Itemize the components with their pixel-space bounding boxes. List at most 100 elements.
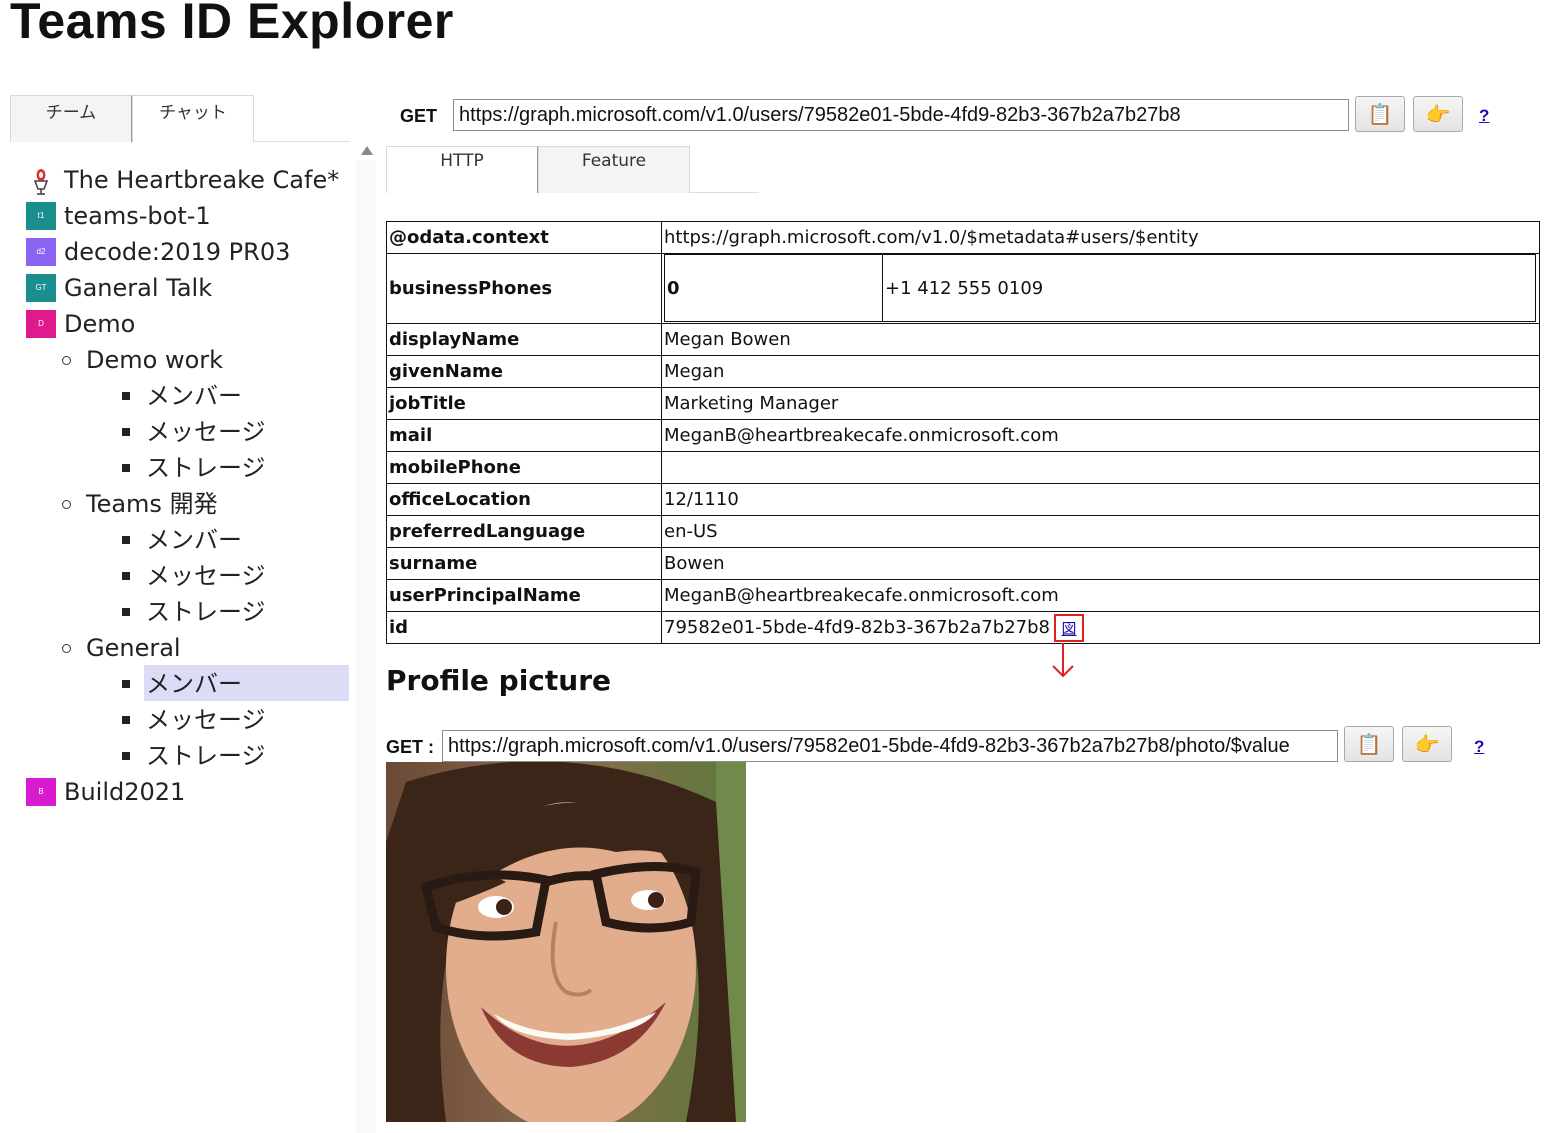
copy-photo-url-button[interactable]: 📋 — [1344, 726, 1394, 762]
phone-index: 0 — [664, 254, 883, 322]
square-bullet-icon — [122, 392, 130, 400]
profile-photo — [386, 762, 746, 1122]
circle-bullet-icon — [62, 500, 71, 509]
team-label: teams-bot-1 — [64, 202, 211, 230]
pointing-hand-icon: 👉 — [1414, 732, 1440, 756]
property-key: userPrincipalName — [386, 579, 662, 612]
sub-item-label: メンバー — [146, 382, 242, 410]
square-bullet-icon — [122, 572, 130, 580]
clipboard-icon: 📋 — [1356, 732, 1382, 756]
property-value: https://graph.microsoft.com/v1.0/$metada… — [661, 221, 1540, 254]
property-key: businessPhones — [386, 253, 662, 324]
photo-method-label: GET : — [386, 737, 434, 757]
sub-item-label: ストレージ — [146, 742, 266, 770]
property-value: en-US — [661, 515, 1540, 548]
sub-item-label: メンバー — [146, 670, 242, 698]
sub-item-label: ストレージ — [146, 598, 266, 626]
channel-label: Demo work — [86, 346, 224, 374]
property-key: displayName — [386, 323, 662, 356]
property-value: MeganB@heartbreakecafe.onmicrosoft.com — [661, 419, 1540, 452]
result-tab-bar: HTTP Feature — [386, 146, 759, 193]
business-phones-table: 0 +1 412 555 0109 — [664, 254, 1536, 322]
phone-value: +1 412 555 0109 — [882, 254, 1536, 322]
property-value: 12/1110 — [661, 483, 1540, 516]
profile-picture-heading: Profile picture — [386, 664, 612, 697]
team-avatar-icon: D — [26, 310, 56, 338]
request-url-input[interactable] — [453, 99, 1349, 131]
square-bullet-icon — [122, 752, 130, 760]
team-label: Build2021 — [64, 778, 186, 806]
http-method-label: GET — [400, 106, 438, 126]
show-photo-link[interactable]: 図 — [1053, 613, 1084, 642]
sub-item-label: ストレージ — [146, 454, 266, 482]
user-properties-table: @odata.context https://graph.microsoft.c… — [386, 221, 1540, 644]
tab-chat[interactable]: チャット — [132, 95, 254, 142]
run-photo-request-button[interactable]: 👉 — [1402, 726, 1452, 762]
property-value — [661, 451, 1540, 484]
clipboard-icon: 📋 — [1367, 102, 1393, 126]
photo-help-link[interactable]: ? — [1474, 737, 1484, 757]
table-row: givenName Megan — [386, 355, 1540, 388]
table-row: id 79582e01-5bde-4fd9-82b3-367b2a7b27b8 図 — [386, 611, 1540, 644]
property-key: id — [386, 611, 662, 644]
table-row: mail MeganB@heartbreakecafe.onmicrosoft.… — [386, 419, 1540, 452]
property-key: @odata.context — [386, 221, 662, 254]
tab-teams[interactable]: チーム — [10, 95, 132, 142]
property-key: surname — [386, 547, 662, 580]
circle-bullet-icon — [62, 356, 71, 365]
table-row: displayName Megan Bowen — [386, 323, 1540, 356]
tree-scrollbar[interactable] — [356, 160, 376, 1133]
run-request-button[interactable]: 👉 — [1413, 96, 1463, 132]
id-value: 79582e01-5bde-4fd9-82b3-367b2a7b27b8 — [664, 616, 1050, 638]
team-label: decode:2019 PR03 — [64, 238, 291, 266]
property-key: preferredLanguage — [386, 515, 662, 548]
photo-url-input[interactable] — [442, 730, 1338, 762]
circle-bullet-icon — [62, 644, 71, 653]
table-row: mobilePhone — [386, 451, 1540, 484]
help-link[interactable]: ? — [1479, 106, 1489, 126]
table-row: @odata.context https://graph.microsoft.c… — [386, 221, 1540, 254]
table-row: officeLocation 12/1110 — [386, 483, 1540, 516]
tab-feature[interactable]: Feature — [538, 146, 690, 193]
property-value: Marketing Manager — [661, 387, 1540, 420]
square-bullet-icon — [122, 536, 130, 544]
team-label: Ganeral Talk — [64, 274, 213, 302]
property-key: officeLocation — [386, 483, 662, 516]
annotation-arrow-icon — [1052, 643, 1074, 678]
sub-item-label: メッセージ — [146, 706, 266, 734]
square-bullet-icon — [122, 716, 130, 724]
table-row: userPrincipalName MeganB@heartbreakecafe… — [386, 579, 1540, 612]
table-row: 0 +1 412 555 0109 — [664, 254, 1536, 322]
team-avatar-icon: GT — [26, 274, 56, 302]
copy-url-button[interactable]: 📋 — [1355, 96, 1405, 132]
team-avatar-icon: t1 — [26, 202, 56, 230]
pointing-hand-icon: 👉 — [1425, 102, 1451, 126]
property-value: MeganB@heartbreakecafe.onmicrosoft.com — [661, 579, 1540, 612]
team-avatar-icon: B — [26, 778, 56, 806]
team-label: Demo — [64, 310, 136, 338]
sub-item-label: メッセージ — [146, 418, 266, 446]
property-value: 0 +1 412 555 0109 — [661, 253, 1540, 324]
scroll-up-arrow-icon[interactable] — [361, 146, 373, 155]
heartbreake-cafe-icon — [26, 166, 56, 195]
table-row: jobTitle Marketing Manager — [386, 387, 1540, 420]
team-label: The Heartbreake Cafe* — [64, 166, 340, 194]
square-bullet-icon — [122, 680, 130, 688]
table-row: surname Bowen — [386, 547, 1540, 580]
sub-item-label: メンバー — [146, 526, 242, 554]
table-row: preferredLanguage en-US — [386, 515, 1540, 548]
left-tab-bar: チーム チャット — [10, 95, 350, 142]
property-value: Megan — [661, 355, 1540, 388]
square-bullet-icon — [122, 608, 130, 616]
property-key: jobTitle — [386, 387, 662, 420]
property-value: Bowen — [661, 547, 1540, 580]
sub-item-label: メッセージ — [146, 562, 266, 590]
square-bullet-icon — [122, 464, 130, 472]
app-title: Teams ID Explorer — [10, 0, 454, 49]
square-bullet-icon — [122, 428, 130, 436]
channel-label: Teams 開発 — [86, 490, 218, 518]
channel-label: General — [86, 634, 181, 662]
property-key: givenName — [386, 355, 662, 388]
property-value: 79582e01-5bde-4fd9-82b3-367b2a7b27b8 図 — [661, 611, 1540, 644]
tab-http[interactable]: HTTP — [386, 146, 538, 193]
